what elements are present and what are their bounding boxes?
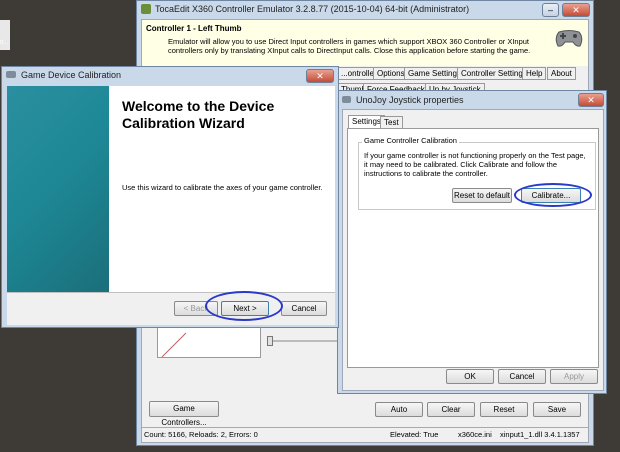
clear-button[interactable]: Clear [427, 402, 475, 417]
wizard-cancel-button[interactable]: Cancel [281, 301, 327, 316]
apply-button[interactable]: Apply [550, 369, 598, 384]
deadzone-slider[interactable] [263, 336, 339, 346]
slider-track [273, 340, 337, 342]
ok-button[interactable]: OK [446, 369, 494, 384]
status-dll: xinput1_1.dll 3.4.1.1357 [500, 430, 580, 439]
header-text: Emulator will allow you to use Direct In… [168, 37, 531, 55]
properties-icon [342, 96, 351, 103]
app-icon [141, 4, 151, 14]
axis-preview [157, 326, 261, 358]
wizard-icon [6, 71, 16, 78]
status-ini: x360ce.ini [458, 430, 492, 439]
header-title: Controller 1 - Left Thumb [146, 24, 242, 33]
annotation-circle-calibrate [514, 183, 592, 207]
calibration-title: Game Device Calibration [21, 70, 122, 80]
save-button[interactable]: Save [533, 402, 581, 417]
properties-close-button[interactable]: ✕ [578, 93, 604, 107]
desktop-icon-label-text: tt... [0, 40, 9, 46]
reset-to-default-button[interactable]: Reset to default [452, 188, 512, 203]
wizard-description: Use this wizard to calibrate the axes of… [122, 183, 323, 192]
tab-help[interactable]: Help [522, 67, 547, 80]
properties-dialog: UnoJoy Joystick properties ✕ Settings Te… [337, 90, 607, 394]
wizard-banner [7, 86, 109, 292]
info-header: Controller 1 - Left Thumb Emulator will … [142, 20, 588, 66]
game-controllers-button[interactable]: Game Controllers... [149, 401, 219, 427]
annotation-circle-next [205, 291, 283, 321]
main-window-title: TocaEdit X360 Controller Emulator 3.2.8.… [155, 4, 470, 14]
group-title: Game Controller Calibration [362, 136, 459, 145]
group-text: If your game controller is not functioni… [364, 151, 586, 178]
status-elevated: Elevated: True [390, 430, 439, 439]
main-tabs: ...ontroller 4 Options Game Settings Con… [337, 67, 587, 81]
reset-button[interactable]: Reset [480, 402, 528, 417]
minimize-button[interactable]: – [542, 3, 559, 17]
calibration-dialog: Game Device Calibration ✕ Welcome to the… [1, 66, 339, 328]
close-button[interactable]: ✕ [562, 3, 590, 17]
gamepad-icon [554, 28, 584, 48]
tab-controller-settings[interactable]: Controller Settings [457, 67, 531, 80]
properties-title: UnoJoy Joystick properties [356, 95, 464, 105]
calibration-close-button[interactable]: ✕ [306, 69, 334, 83]
status-bar: Count: 5166, Reloads: 2, Errors: 0 Eleva… [142, 427, 588, 441]
auto-button[interactable]: Auto [375, 402, 423, 417]
tab-about[interactable]: About [547, 67, 576, 80]
properties-cancel-button[interactable]: Cancel [498, 369, 546, 384]
status-count: Count: 5166, Reloads: 2, Errors: 0 [144, 430, 258, 439]
wizard-heading: Welcome to the Device Calibration Wizard [122, 98, 275, 131]
tab-game-settings[interactable]: Game Settings [404, 67, 465, 80]
